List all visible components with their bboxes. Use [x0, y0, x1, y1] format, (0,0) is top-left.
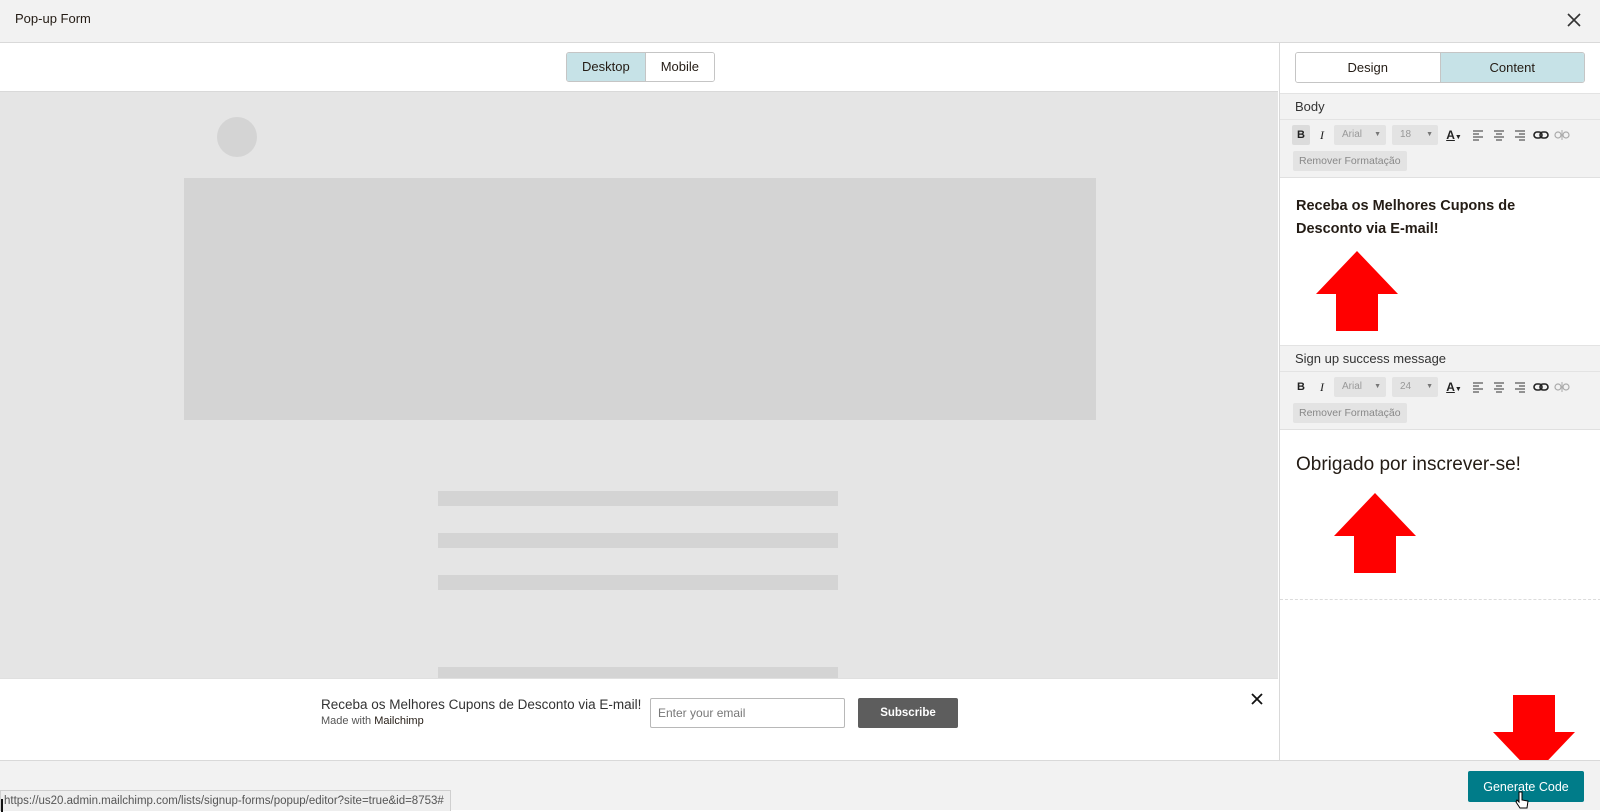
placeholder-line: [438, 491, 838, 506]
unlink-icon[interactable]: [1553, 125, 1571, 145]
align-right-icon[interactable]: [1511, 125, 1529, 145]
link-icon[interactable]: [1532, 125, 1550, 145]
align-left-icon[interactable]: [1469, 125, 1487, 145]
success-editor-toolbar: B I Arial ▼ 24 ▼ A▼ Remover Formatação: [1280, 372, 1600, 430]
close-icon[interactable]: [1562, 8, 1586, 32]
desktop-view-button[interactable]: Desktop: [567, 53, 645, 81]
unlink-icon[interactable]: [1553, 377, 1571, 397]
bold-icon[interactable]: B: [1292, 125, 1310, 145]
content-sidebar: Design Content Body B I Arial ▼ 18 ▼ A▼ Re…: [1279, 43, 1600, 760]
italic-icon[interactable]: I: [1313, 125, 1331, 145]
font-family-select[interactable]: Arial ▼: [1334, 377, 1386, 397]
font-family-value: Arial: [1342, 129, 1363, 140]
font-size-value: 18: [1400, 129, 1412, 140]
placeholder-line: [438, 533, 838, 548]
popup-headline: Receba os Melhores Cupons de Desconto vi…: [321, 697, 642, 712]
placeholder-line: [438, 575, 838, 590]
status-url: https://us20.admin.mailchimp.com/lists/s…: [0, 790, 451, 812]
email-input[interactable]: [650, 698, 845, 728]
made-with-prefix: Made with: [321, 715, 372, 727]
made-with-credit: Made with Mailchimp: [321, 715, 424, 727]
placeholder-avatar: [217, 117, 257, 157]
footer-bar: https://us20.admin.mailchimp.com/lists/s…: [0, 760, 1600, 812]
title-bar: Pop-up Form: [0, 0, 1600, 43]
status-url-text: https://us20.admin.mailchimp.com/lists/s…: [4, 795, 444, 807]
up-arrow-annotation: [1334, 493, 1416, 573]
close-icon[interactable]: [1247, 689, 1267, 709]
body-editor-toolbar: B I Arial ▼ 18 ▼ A▼ Remover Formatação: [1280, 120, 1600, 178]
body-content-editor[interactable]: Receba os Melhores Cupons de Desconto vi…: [1296, 195, 1556, 241]
font-family-value: Arial: [1342, 381, 1363, 392]
preview-canvas: [0, 92, 1278, 678]
success-message-editor[interactable]: Obrigado por inscrever-se!: [1296, 452, 1586, 478]
tab-design[interactable]: Design: [1296, 53, 1440, 82]
placeholder-image: [184, 178, 1096, 420]
mailchimp-link[interactable]: Mailchimp: [374, 715, 424, 727]
text-color-icon[interactable]: A▼: [1443, 125, 1465, 145]
link-icon[interactable]: [1532, 377, 1550, 397]
remove-formatting-button[interactable]: Remover Formatação: [1293, 403, 1407, 423]
bold-icon[interactable]: B: [1292, 377, 1310, 397]
popup-signup-bar: Receba os Melhores Cupons de Desconto vi…: [0, 678, 1278, 760]
placeholder-line: [438, 667, 838, 678]
section-header-body: Body: [1280, 93, 1600, 120]
align-left-icon[interactable]: [1469, 377, 1487, 397]
font-size-select[interactable]: 24 ▼: [1392, 377, 1438, 397]
preview-header: Desktop Mobile: [0, 43, 1278, 92]
view-mode-toggle: Desktop Mobile: [566, 52, 715, 82]
section-header-success-message: Sign up success message: [1280, 345, 1600, 372]
window-title: Pop-up Form: [15, 11, 91, 26]
align-right-icon[interactable]: [1511, 377, 1529, 397]
font-size-select[interactable]: 18 ▼: [1392, 125, 1438, 145]
align-center-icon[interactable]: [1490, 377, 1508, 397]
remove-formatting-button[interactable]: Remover Formatação: [1293, 151, 1407, 171]
hand-pointer-icon: [1515, 791, 1529, 809]
up-arrow-annotation: [1316, 251, 1398, 331]
italic-icon[interactable]: I: [1313, 377, 1331, 397]
sidebar-tabs: Design Content: [1295, 52, 1585, 83]
text-color-icon[interactable]: A▼: [1443, 377, 1465, 397]
align-center-icon[interactable]: [1490, 125, 1508, 145]
tab-content[interactable]: Content: [1439, 53, 1584, 82]
font-family-select[interactable]: Arial ▼: [1334, 125, 1386, 145]
subscribe-button[interactable]: Subscribe: [858, 698, 958, 728]
mobile-view-button[interactable]: Mobile: [644, 53, 714, 81]
font-size-value: 24: [1400, 381, 1412, 392]
section-divider: [1280, 599, 1600, 600]
